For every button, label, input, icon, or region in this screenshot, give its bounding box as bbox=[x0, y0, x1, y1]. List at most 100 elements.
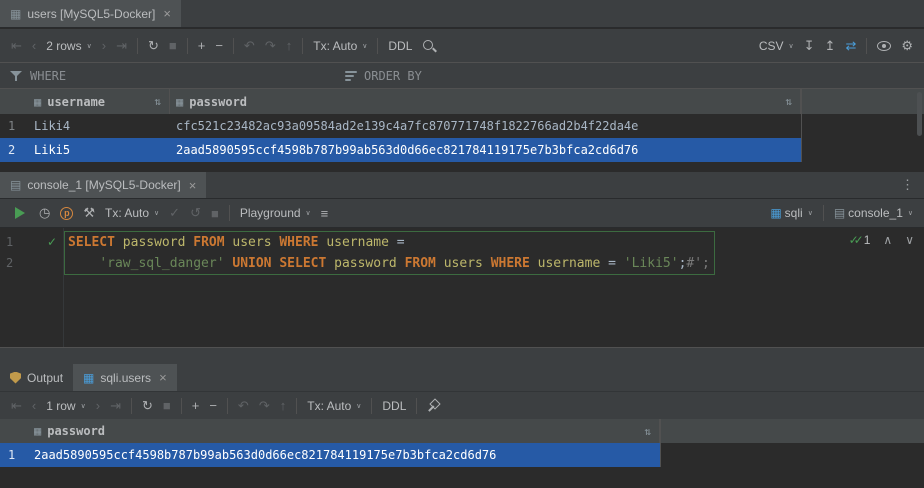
page-size-selector[interactable]: 1 row∨ bbox=[41, 395, 90, 417]
column-header-username[interactable]: ▦ username ⇅ bbox=[28, 89, 170, 114]
export-data-icon[interactable]: ↧ bbox=[799, 35, 820, 57]
table-cell[interactable]: cfc521c23482ac93a09584ad2e139c4a7fc87077… bbox=[170, 119, 801, 133]
table-icon: ▦ bbox=[83, 371, 94, 385]
ddl-button[interactable]: DDL bbox=[377, 395, 411, 417]
previous-result-icon[interactable]: ∧ bbox=[883, 233, 892, 247]
code-line[interactable]: 'raw_sql_danger' UNION SELECT password F… bbox=[68, 253, 710, 274]
vertical-scrollbar[interactable] bbox=[917, 92, 922, 136]
export-format-selector[interactable]: CSV∨ bbox=[754, 35, 799, 57]
add-row-button[interactable]: + bbox=[193, 35, 211, 57]
chevron-down-icon: ∨ bbox=[362, 42, 367, 50]
previous-page-button[interactable]: ‹ bbox=[27, 395, 41, 417]
history-icon[interactable]: ◷ bbox=[34, 202, 55, 224]
tx-mode-selector[interactable]: Tx: Auto∨ bbox=[100, 202, 164, 224]
chevron-down-icon: ∨ bbox=[808, 209, 813, 217]
table-row[interactable]: 1Liki4cfc521c23482ac93a09584ad2e139c4a7f… bbox=[0, 114, 801, 138]
users-grid-body: 1Liki4cfc521c23482ac93a09584ad2e139c4a7f… bbox=[0, 114, 924, 162]
close-icon[interactable]: × bbox=[159, 370, 167, 385]
grid-toolbar-right: CSV∨ ↧ ↥ ⇄ ⚙ bbox=[754, 35, 918, 57]
last-page-button[interactable]: ⇥ bbox=[111, 35, 132, 57]
result-toolbar: ⇤ ‹ 1 row∨ › ⇥ ↻ ■ + − ↶ ↷ ↑ Tx: Auto∨ D… bbox=[0, 391, 924, 419]
sql-token: username bbox=[538, 256, 608, 271]
tx-mode-selector[interactable]: Tx: Auto∨ bbox=[302, 395, 366, 417]
table-row[interactable]: 2Liki52aad5890595ccf4598b787b99ab563d0d6… bbox=[0, 138, 801, 162]
next-page-button[interactable]: › bbox=[91, 395, 105, 417]
first-page-button[interactable]: ⇤ bbox=[6, 395, 27, 417]
toolbar-separator bbox=[131, 398, 132, 414]
next-result-icon[interactable]: ∨ bbox=[905, 233, 914, 247]
first-page-button[interactable]: ⇤ bbox=[6, 35, 27, 57]
settings-icon[interactable]: ⚙ bbox=[896, 35, 918, 57]
pin-tab-icon[interactable] bbox=[422, 395, 445, 417]
sort-toggle-icon[interactable]: ⇅ bbox=[785, 95, 794, 108]
sql-editor[interactable]: 1 ✓ 2 SELECT password FROM users WHERE u… bbox=[0, 228, 924, 347]
more-options-icon[interactable]: ⋮ bbox=[891, 177, 924, 193]
column-header-password[interactable]: ▦ password ⇅ bbox=[170, 89, 801, 114]
tab-result-grid[interactable]: ▦ sqli.users × bbox=[73, 364, 177, 391]
row-number: 1 bbox=[0, 119, 28, 133]
sort-icon bbox=[345, 71, 357, 81]
tab-output[interactable]: Output bbox=[0, 364, 73, 391]
toolbar-separator bbox=[227, 398, 228, 414]
sql-token: UNION SELECT bbox=[232, 256, 334, 271]
sql-token bbox=[68, 256, 99, 271]
code-line[interactable]: SELECT password FROM users WHERE usernam… bbox=[68, 232, 710, 253]
console-icon: ▤ bbox=[834, 206, 845, 220]
search-icon[interactable] bbox=[417, 35, 441, 57]
console-selector[interactable]: ▤console_1∨ bbox=[829, 202, 918, 224]
add-row-button[interactable]: + bbox=[187, 395, 205, 417]
previous-page-button[interactable]: ‹ bbox=[27, 35, 41, 57]
view-as-list-icon[interactable]: ≡ bbox=[316, 202, 334, 224]
toolbar-separator bbox=[233, 38, 234, 54]
editor-code-area[interactable]: SELECT password FROM users WHERE usernam… bbox=[64, 231, 715, 275]
next-page-button[interactable]: › bbox=[97, 35, 111, 57]
refresh-icon[interactable]: ↻ bbox=[137, 395, 158, 417]
schema-selector[interactable]: ▦sqli∨ bbox=[765, 202, 817, 224]
delete-row-button[interactable]: − bbox=[204, 395, 222, 417]
sort-toggle-icon[interactable]: ⇅ bbox=[154, 95, 163, 108]
playground-selector[interactable]: Playground∨ bbox=[235, 202, 316, 224]
table-cell[interactable]: Liki5 bbox=[28, 143, 170, 157]
compare-data-icon[interactable]: ⇄ bbox=[840, 35, 861, 57]
toolbar-separator bbox=[229, 205, 230, 221]
sort-toggle-icon[interactable]: ⇅ bbox=[644, 425, 653, 438]
import-data-icon[interactable]: ↥ bbox=[820, 35, 841, 57]
table-cell[interactable]: 2aad5890595ccf4598b787b99ab563d0d66ec821… bbox=[28, 448, 660, 462]
view-options-icon[interactable] bbox=[872, 35, 896, 57]
commit-icon: ✓ bbox=[164, 202, 185, 224]
play-icon bbox=[15, 207, 25, 219]
tab-users-grid[interactable]: ▦ users [MySQL5-Docker] × bbox=[0, 0, 181, 27]
tab-console[interactable]: ▤ console_1 [MySQL5-Docker] × bbox=[0, 172, 206, 198]
refresh-icon[interactable]: ↻ bbox=[143, 35, 164, 57]
chevron-down-icon: ∨ bbox=[154, 209, 159, 217]
sql-token: WHERE bbox=[491, 256, 538, 271]
delete-row-button[interactable]: − bbox=[210, 35, 228, 57]
table-row[interactable]: 12aad5890595ccf4598b787b99ab563d0d66ec82… bbox=[0, 443, 660, 467]
table-cell[interactable]: 2aad5890595ccf4598b787b99ab563d0d66ec821… bbox=[170, 143, 801, 157]
toolbar-separator bbox=[823, 205, 824, 221]
line-number: 1 bbox=[6, 235, 13, 249]
explain-plan-icon[interactable]: p bbox=[55, 202, 78, 224]
close-icon[interactable]: × bbox=[163, 6, 171, 21]
stop-icon: ■ bbox=[206, 202, 224, 224]
in-editor-result-nav: ✓✓1 ∧ ∨ bbox=[849, 233, 914, 247]
column-icon: ▦ bbox=[34, 424, 41, 438]
editor-tab-bar: ▦ users [MySQL5-Docker] × bbox=[0, 0, 924, 28]
ddl-button[interactable]: DDL bbox=[383, 35, 417, 57]
revert-icon: ↶ bbox=[239, 35, 260, 57]
wrench-icon[interactable]: ⚒ bbox=[78, 202, 100, 224]
run-button[interactable] bbox=[6, 202, 34, 224]
order-by-field[interactable]: ORDER BY bbox=[364, 69, 422, 83]
last-page-button[interactable]: ⇥ bbox=[105, 395, 126, 417]
row-number: 2 bbox=[0, 143, 28, 157]
page-size-selector[interactable]: 2 rows∨ bbox=[41, 35, 96, 57]
console-toolbar: ◷ p ⚒ Tx: Auto∨ ✓ ↺ ■ Playground∨ ≡ ▦sql… bbox=[0, 199, 924, 228]
sql-token: password bbox=[123, 235, 193, 250]
tab-title: Output bbox=[27, 371, 63, 385]
column-header-password[interactable]: ▦ password ⇅ bbox=[28, 419, 660, 443]
toolbar-separator bbox=[137, 38, 138, 54]
tx-mode-selector[interactable]: Tx: Auto∨ bbox=[308, 35, 372, 57]
table-cell[interactable]: Liki4 bbox=[28, 119, 170, 133]
where-filter-field[interactable]: WHERE bbox=[30, 69, 66, 83]
close-icon[interactable]: × bbox=[189, 178, 197, 193]
